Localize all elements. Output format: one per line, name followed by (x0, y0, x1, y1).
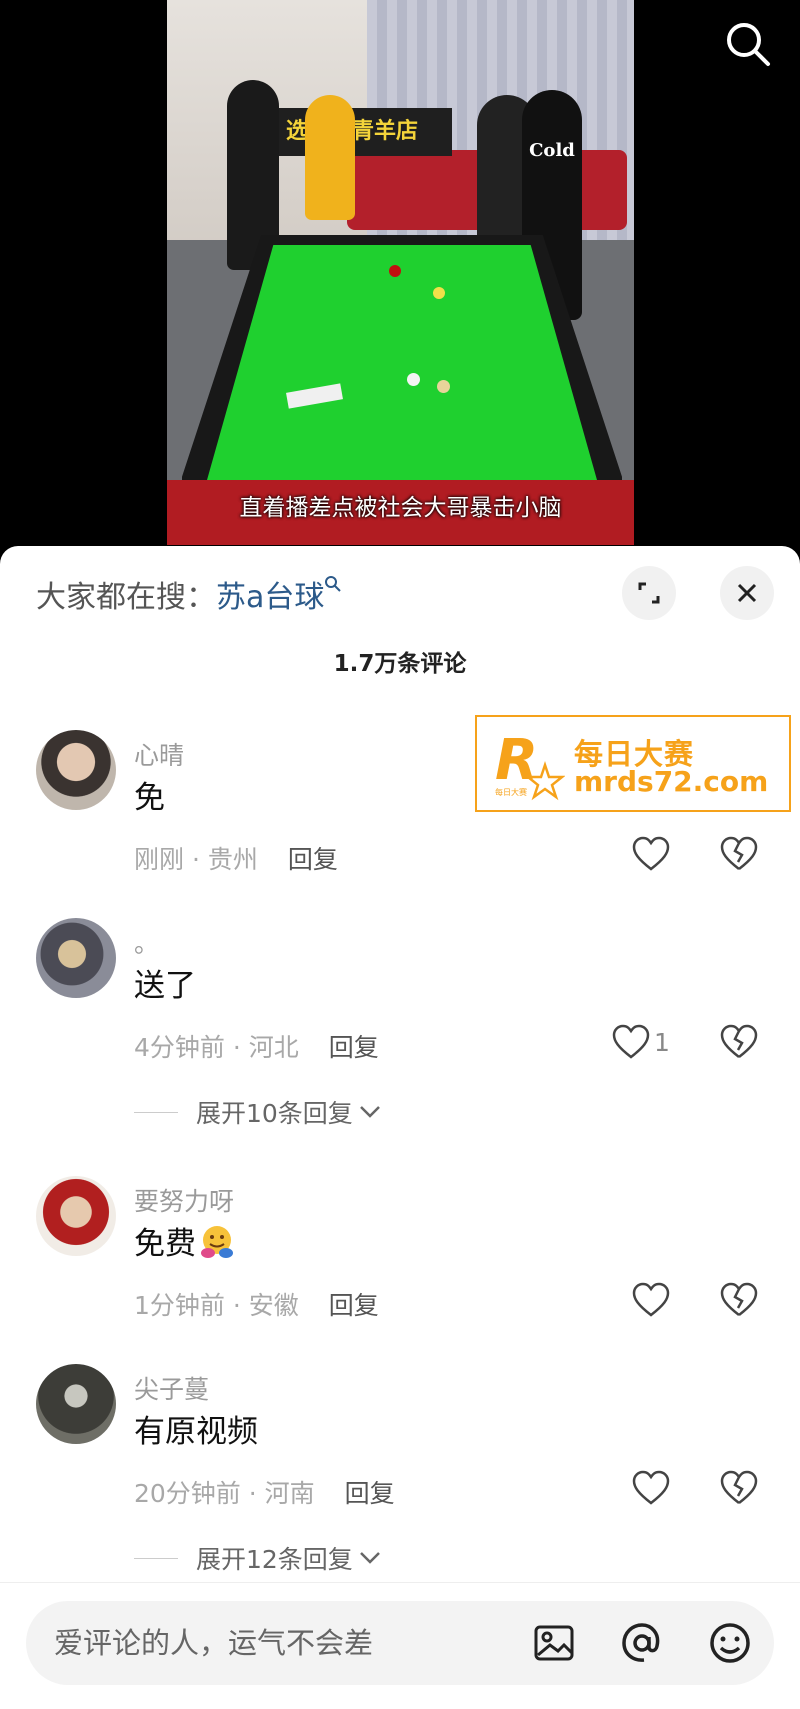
broken-heart-icon (720, 836, 758, 870)
comment-time-location: 4分钟前 · 河北 (134, 1033, 299, 1062)
hot-search-keyword[interactable]: 苏a台球 (216, 580, 324, 615)
comment-text: 送了 (134, 968, 196, 1004)
avatar[interactable] (36, 1176, 116, 1256)
comment-text: 有原视频 (134, 1414, 258, 1450)
expand-divider (134, 1557, 178, 1559)
comment-nickname[interactable]: 尖子蔓 (134, 1370, 209, 1406)
heart-icon (632, 1470, 670, 1505)
white-ball (407, 373, 420, 386)
video-player[interactable]: 选台球青羊店 Cold 直着播差点被社会大哥暴击小脑 (0, 0, 800, 560)
like-count: 1 (654, 1027, 670, 1057)
watermark-banner[interactable]: R 每日大赛 每日大赛 mrds72.com (475, 715, 791, 812)
comment-meta: 20分钟前 · 河南 回复 (134, 1474, 395, 1510)
dislike-button[interactable] (720, 1024, 758, 1064)
image-icon[interactable] (530, 1619, 578, 1667)
shirt-logo: Cold (529, 140, 575, 161)
comment-meta: 4分钟前 · 河北 回复 (134, 1028, 379, 1064)
heart-icon (632, 836, 670, 871)
watermark-logo-letter: R (495, 728, 538, 793)
broken-heart-icon (720, 1282, 758, 1316)
reply-button[interactable]: 回复 (329, 1291, 379, 1320)
comment-nickname[interactable]: 要努力呀 (134, 1182, 234, 1218)
comment-input[interactable] (54, 1601, 514, 1685)
hug-emoji-icon (201, 1226, 233, 1258)
comment-input-box[interactable] (26, 1601, 774, 1685)
comment-meta: 刚刚 · 贵州 回复 (134, 840, 338, 876)
video-frame: 选台球青羊店 Cold 直着播差点被社会大哥暴击小脑 (167, 0, 634, 545)
small-search-icon (324, 576, 342, 615)
comment-nickname[interactable]: 心晴 (134, 736, 184, 772)
expand-replies-label: 展开10条回复 (196, 1099, 353, 1128)
avatar[interactable] (36, 730, 116, 810)
avatar[interactable] (36, 918, 116, 998)
comment-meta: 1分钟前 · 安徽 回复 (134, 1286, 379, 1322)
yellow-ball (433, 287, 445, 299)
emoji-icon[interactable] (706, 1619, 754, 1667)
like-button[interactable] (632, 836, 670, 872)
comment-time-location: 刚刚 · 贵州 (134, 845, 258, 874)
search-icon[interactable] (722, 18, 774, 70)
like-button[interactable] (632, 1470, 670, 1506)
comment-count: 1.7万条评论 (333, 651, 467, 677)
comment-nickname[interactable]: 。 (134, 924, 159, 960)
red-ball (389, 265, 401, 277)
dislike-button[interactable] (720, 1282, 758, 1322)
comment-time-location: 20分钟前 · 河南 (134, 1479, 315, 1508)
hot-search-prefix: 大家都在搜： (36, 580, 216, 615)
avatar[interactable] (36, 1364, 116, 1444)
video-caption: 直着播差点被社会大哥暴击小脑 (239, 495, 562, 521)
reply-button[interactable]: 回复 (329, 1033, 379, 1062)
watermark-logo-small: 每日大赛 (495, 787, 527, 797)
expand-icon[interactable] (622, 566, 676, 620)
dislike-button[interactable] (720, 1470, 758, 1510)
comment-text: 免 (134, 780, 165, 816)
reply-button[interactable]: 回复 (345, 1479, 395, 1508)
video-store-sign: 选台球青羊店 (272, 108, 452, 156)
person-yellow-shirt (305, 95, 355, 220)
like-button[interactable]: 1 (612, 1024, 670, 1060)
cream-ball (437, 380, 450, 393)
expand-replies-button[interactable]: 展开10条回复 (134, 1094, 381, 1130)
like-button[interactable] (632, 1282, 670, 1318)
at-mention-icon[interactable] (618, 1619, 666, 1667)
broken-heart-icon (720, 1470, 758, 1504)
comment-sheet-header: 大家都在搜：苏a台球 1.7万条评论 (0, 546, 800, 696)
broken-heart-icon (720, 1024, 758, 1058)
expand-divider (134, 1111, 178, 1113)
hot-search[interactable]: 大家都在搜：苏a台球 (36, 572, 342, 616)
chevron-down-icon (359, 1106, 380, 1118)
reply-button[interactable]: 回复 (288, 845, 338, 874)
expand-replies-label: 展开12条回复 (196, 1545, 353, 1574)
expand-replies-button[interactable]: 展开12条回复 (134, 1540, 381, 1576)
watermark-logo: R 每日大赛 (495, 728, 565, 801)
heart-icon (632, 1282, 670, 1317)
heart-icon (612, 1024, 650, 1059)
pool-table-felt (207, 245, 597, 480)
watermark-line2: mrds72.com (574, 765, 769, 798)
dislike-button[interactable] (720, 836, 758, 876)
comment-input-bar (0, 1582, 800, 1709)
close-icon[interactable] (720, 566, 774, 620)
comment-text: 免费 (134, 1218, 236, 1263)
comment-time-location: 1分钟前 · 安徽 (134, 1291, 299, 1320)
chevron-down-icon (359, 1552, 380, 1564)
comment-text-content: 免费 (134, 1226, 196, 1262)
